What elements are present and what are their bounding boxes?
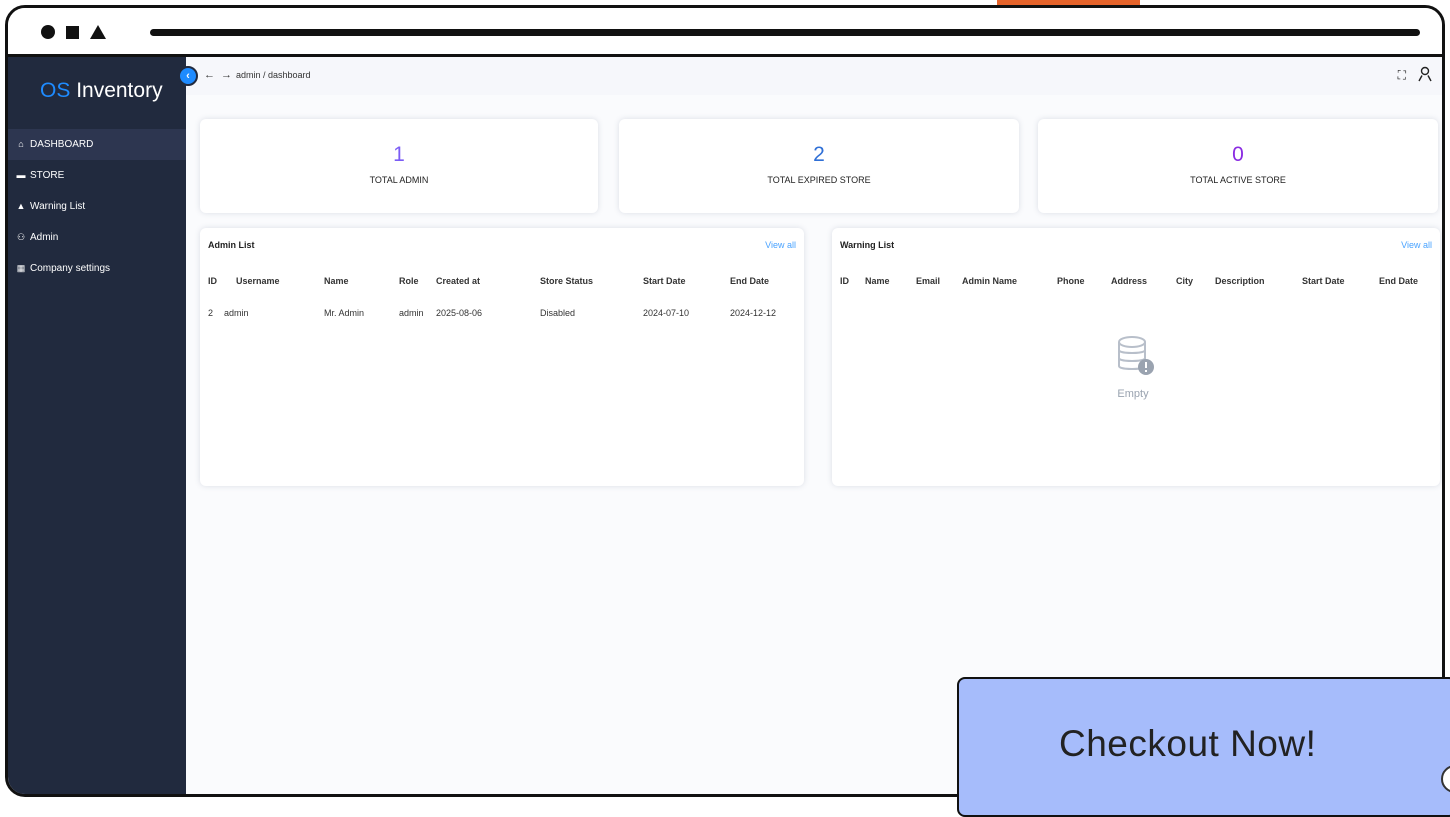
sidebar-item-label: Company settings xyxy=(30,263,111,274)
users-icon: ⚇ xyxy=(16,232,26,242)
stat-card-total-active-store: 0 TOTAL ACTIVE STORE xyxy=(1038,119,1438,213)
table-cell: 2025-08-06 xyxy=(436,308,483,318)
warning-list-panel: Warning List View all ID Name Email Admi… xyxy=(832,228,1440,486)
stat-value: 0 xyxy=(1232,143,1244,166)
column-header[interactable]: Username xyxy=(236,276,280,286)
back-arrow-icon[interactable]: ← xyxy=(204,69,215,81)
sidebar-item-label: Warning List xyxy=(30,201,86,212)
forward-arrow-icon[interactable]: → xyxy=(221,69,232,81)
circle-icon xyxy=(41,25,55,39)
collapse-sidebar-button[interactable]: ‹ xyxy=(178,66,198,86)
column-header[interactable]: ID xyxy=(208,276,217,286)
building-icon: ▦ xyxy=(16,263,26,273)
column-header[interactable]: Address xyxy=(1111,276,1147,286)
user-glyph xyxy=(1418,66,1432,82)
topbar: ← → admin / dashboard ⛶ xyxy=(186,57,1442,95)
table-cell: Mr. Admin xyxy=(324,308,365,318)
stat-label: TOTAL EXPIRED STORE xyxy=(767,175,871,185)
empty-database-icon xyxy=(1118,336,1154,375)
sidebar-nav: ⌂ DASHBOARD ▬ STORE ▲ Warning List ⚇ Adm… xyxy=(8,129,186,284)
column-header[interactable]: ID xyxy=(840,276,849,286)
triangle-icon xyxy=(90,25,106,39)
address-bar[interactable] xyxy=(150,29,1420,36)
app-logo[interactable]: OS Inventory xyxy=(40,79,163,103)
sidebar-item-dashboard[interactable]: ⌂ DASHBOARD xyxy=(8,129,186,160)
stat-label: TOTAL ADMIN xyxy=(369,175,429,185)
column-header[interactable]: End Date xyxy=(730,276,769,286)
fullscreen-icon[interactable]: ⛶ xyxy=(1398,68,1406,83)
sidebar-item-label: Admin xyxy=(30,232,59,243)
column-header[interactable]: Admin Name xyxy=(962,276,1017,286)
sidebar-item-warning-list[interactable]: ▲ Warning List xyxy=(8,191,186,222)
stat-value: 1 xyxy=(393,143,405,166)
stat-value: 2 xyxy=(813,143,825,166)
square-icon xyxy=(66,26,79,39)
table-cell: admin xyxy=(224,308,249,318)
warning-icon: ▲ xyxy=(16,201,26,211)
column-header[interactable]: City xyxy=(1176,276,1193,286)
table-cell: 2024-12-12 xyxy=(730,308,777,318)
checkout-label: Checkout Now! xyxy=(1059,723,1317,764)
table-cell: 2 xyxy=(208,308,214,318)
column-header[interactable]: Email xyxy=(916,276,940,286)
sidebar-item-company-settings[interactable]: ▦ Company settings xyxy=(8,253,186,284)
column-header[interactable]: Store Status xyxy=(540,276,593,286)
table-cell: Disabled xyxy=(540,308,576,318)
checkout-now-button[interactable]: Checkout Now! xyxy=(957,677,1450,817)
sidebar-item-label: DASHBOARD xyxy=(30,139,94,150)
logo-prefix: OS xyxy=(40,79,71,102)
column-header[interactable]: End Date xyxy=(1379,276,1418,286)
stat-card-total-admin: 1 TOTAL ADMIN xyxy=(200,119,598,213)
sidebar-item-admin[interactable]: ⚇ Admin xyxy=(8,222,186,253)
column-header[interactable]: Phone xyxy=(1057,276,1085,286)
stat-label: TOTAL ACTIVE STORE xyxy=(1190,175,1286,185)
view-all-link[interactable]: View all xyxy=(765,240,796,250)
panel-title: Admin List xyxy=(208,240,255,250)
store-icon: ▬ xyxy=(16,170,26,180)
column-header[interactable]: Name xyxy=(324,276,349,286)
logo-suffix: Inventory xyxy=(76,79,163,102)
panel-title: Warning List xyxy=(840,240,895,250)
column-header[interactable]: Created at xyxy=(436,276,480,286)
breadcrumb[interactable]: admin / dashboard xyxy=(236,70,311,80)
column-header[interactable]: Name xyxy=(865,276,890,286)
user-icon[interactable] xyxy=(1418,66,1432,85)
column-header[interactable]: Description xyxy=(1215,276,1265,286)
home-icon: ⌂ xyxy=(18,139,24,149)
history-nav: ← → xyxy=(204,69,238,81)
view-all-link[interactable]: View all xyxy=(1401,240,1432,250)
table-cell: admin xyxy=(399,308,424,318)
sidebar: OS Inventory ⌂ DASHBOARD ▬ STORE ▲ Warni… xyxy=(8,57,186,794)
table-cell: 2024-07-10 xyxy=(643,308,690,318)
sidebar-item-label: STORE xyxy=(30,170,65,181)
empty-state-text: Empty xyxy=(1117,388,1149,400)
column-header[interactable]: Start Date xyxy=(1302,276,1345,286)
column-header[interactable]: Start Date xyxy=(643,276,686,286)
column-header[interactable]: Role xyxy=(399,276,419,286)
sidebar-item-store[interactable]: ▬ STORE xyxy=(8,160,186,191)
window-titlebar xyxy=(8,8,1442,57)
admin-list-panel: Admin List View all ID Username Name Rol… xyxy=(200,228,804,486)
stat-card-total-expired-store: 2 TOTAL EXPIRED STORE xyxy=(619,119,1019,213)
chat-badge-icon[interactable] xyxy=(1441,765,1450,793)
